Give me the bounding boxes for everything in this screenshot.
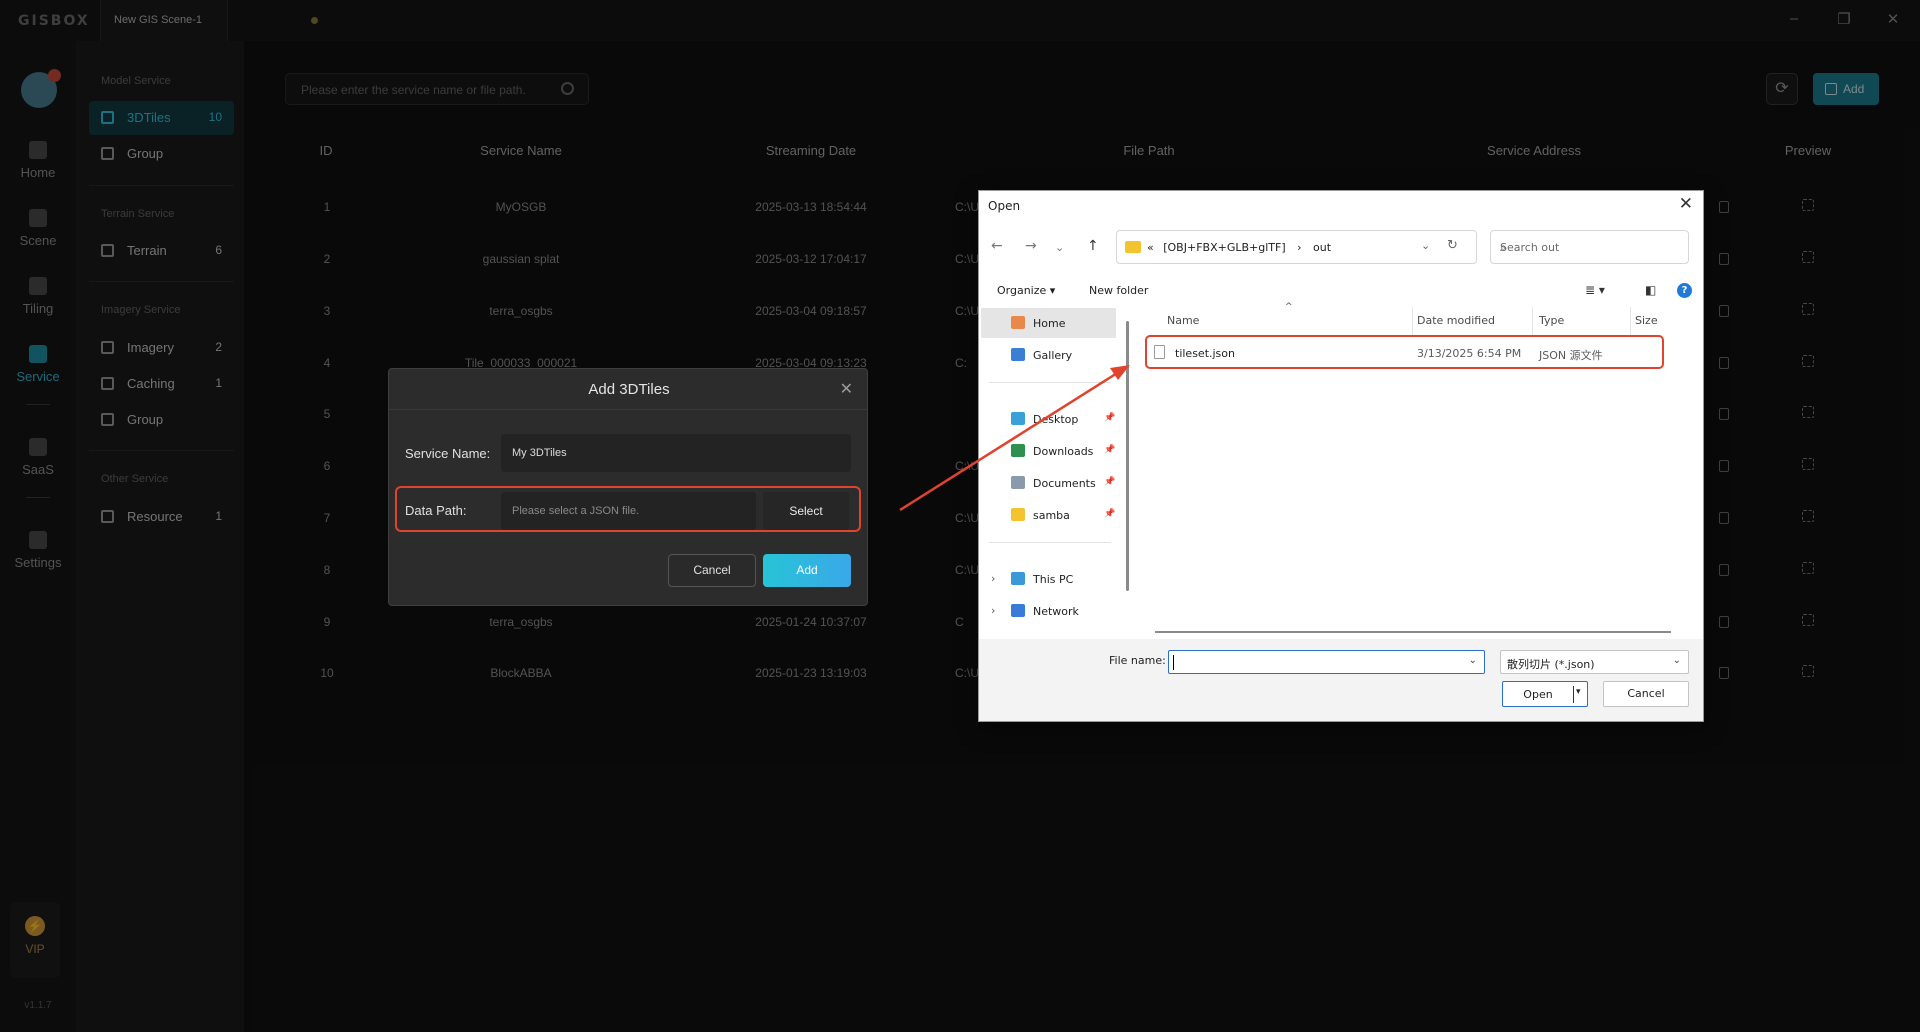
service-name-label: Service Name: bbox=[405, 446, 491, 461]
column-divider[interactable] bbox=[1630, 307, 1631, 335]
dialog-cancel-button[interactable]: Cancel bbox=[1603, 681, 1689, 707]
folder-icon bbox=[1125, 241, 1141, 253]
home-icon bbox=[1011, 316, 1025, 329]
up-icon[interactable]: ↑ bbox=[1087, 238, 1099, 254]
modal-divider bbox=[389, 409, 867, 410]
column-header-name[interactable]: Name bbox=[1167, 314, 1199, 327]
preview-pane-icon[interactable]: ◧ bbox=[1645, 283, 1656, 297]
nav-item-label: Network bbox=[1033, 605, 1079, 618]
breadcrumb-current[interactable]: out bbox=[1313, 241, 1331, 254]
add-button[interactable]: Add bbox=[763, 554, 851, 587]
chevron-right-icon[interactable]: › bbox=[991, 572, 995, 585]
column-header-size[interactable]: Size bbox=[1635, 314, 1658, 327]
search-icon: ⌕ bbox=[1500, 240, 1507, 254]
file-type-select[interactable]: 散列切片 (*.json) ⌄ bbox=[1500, 650, 1689, 674]
nav-item-label: Gallery bbox=[1033, 349, 1073, 362]
nav-item-label: This PC bbox=[1033, 573, 1074, 586]
close-icon[interactable]: ✕ bbox=[840, 379, 853, 399]
nav-item-network[interactable]: › Network bbox=[981, 596, 1116, 626]
desktop-icon bbox=[1011, 412, 1025, 425]
pin-icon: 📌 bbox=[1104, 509, 1116, 519]
address-bar[interactable]: « [OBJ+FBX+GLB+glTF] › out ⌄ ↻ bbox=[1116, 230, 1477, 264]
open-button-label: Open bbox=[1523, 688, 1553, 701]
close-icon[interactable]: ✕ bbox=[1679, 194, 1693, 214]
column-divider[interactable] bbox=[1532, 307, 1533, 335]
network-icon bbox=[1011, 604, 1025, 617]
forward-icon[interactable]: → bbox=[1025, 238, 1037, 254]
back-icon[interactable]: ← bbox=[991, 238, 1003, 254]
service-name-value: My 3DTiles bbox=[512, 447, 567, 459]
breadcrumb-overflow[interactable]: « bbox=[1147, 241, 1154, 254]
nav-item-samba[interactable]: samba 📌 bbox=[981, 500, 1116, 530]
nav-item-label: samba bbox=[1033, 509, 1070, 522]
nav-item-label: Documents bbox=[1033, 477, 1096, 490]
cancel-button[interactable]: Cancel bbox=[668, 554, 756, 587]
file-type-value: 散列切片 (*.json) bbox=[1507, 658, 1595, 671]
refresh-icon[interactable]: ↻ bbox=[1447, 238, 1458, 253]
modal-title: Add 3DTiles bbox=[588, 381, 670, 398]
help-icon[interactable]: ? bbox=[1677, 283, 1692, 298]
chevron-down-icon[interactable]: ▾ bbox=[1576, 687, 1581, 697]
chevron-right-icon[interactable]: › bbox=[991, 604, 995, 617]
column-divider[interactable] bbox=[1412, 307, 1413, 335]
open-file-dialog: Open ✕ ← → ⌄ ↑ « [OBJ+FBX+GLB+glTF] › ou… bbox=[978, 190, 1704, 722]
split-divider bbox=[1573, 686, 1574, 703]
pin-icon: 📌 bbox=[1104, 413, 1116, 423]
gallery-icon bbox=[1011, 348, 1025, 361]
data-path-placeholder: Please select a JSON file. bbox=[512, 505, 640, 517]
nav-item-desktop[interactable]: Desktop 📌 bbox=[981, 404, 1116, 434]
nav-item-this-pc[interactable]: › This PC bbox=[981, 564, 1116, 594]
open-button[interactable]: Open ▾ bbox=[1502, 681, 1588, 707]
column-header-date[interactable]: Date modified bbox=[1417, 314, 1495, 327]
chevron-down-icon: ⌄ bbox=[1672, 655, 1681, 666]
dialog-title: Open bbox=[988, 199, 1021, 213]
service-name-input[interactable]: My 3DTiles bbox=[501, 434, 851, 472]
nav-item-home[interactable]: Home bbox=[981, 308, 1116, 338]
sort-up-icon: ^ bbox=[1285, 302, 1293, 312]
view-options-icon[interactable]: ≣ ▾ bbox=[1585, 283, 1605, 297]
horizontal-scrollbar[interactable] bbox=[1155, 631, 1671, 633]
pin-icon: 📌 bbox=[1104, 477, 1116, 487]
file-name-input[interactable]: ⌄ bbox=[1168, 650, 1485, 674]
pc-icon bbox=[1011, 572, 1025, 585]
file-highlight bbox=[1145, 335, 1664, 369]
text-cursor bbox=[1173, 655, 1174, 670]
nav-item-downloads[interactable]: Downloads 📌 bbox=[981, 436, 1116, 466]
nav-item-label: Desktop bbox=[1033, 413, 1079, 426]
dialog-search-input[interactable]: Search out ⌕ bbox=[1490, 230, 1689, 264]
address-breadcrumb: « [OBJ+FBX+GLB+glTF] › out bbox=[1147, 241, 1331, 254]
nav-divider bbox=[989, 542, 1111, 543]
navigation-pane: Home Gallery Desktop 📌 Downloads 📌 Docum… bbox=[981, 308, 1116, 688]
nav-item-label: Home bbox=[1033, 317, 1066, 330]
select-file-button[interactable]: Select bbox=[763, 492, 849, 530]
chevron-down-icon[interactable]: ⌄ bbox=[1469, 655, 1477, 666]
nav-item-label: Downloads bbox=[1033, 445, 1094, 458]
organize-menu[interactable]: Organize ▾ bbox=[997, 284, 1055, 297]
data-path-label: Data Path: bbox=[405, 503, 467, 518]
nav-divider bbox=[989, 382, 1111, 383]
nav-item-gallery[interactable]: Gallery bbox=[981, 340, 1116, 370]
recent-dropdown-icon[interactable]: ⌄ bbox=[1055, 241, 1064, 254]
breadcrumb-separator: › bbox=[1297, 241, 1302, 254]
download-icon bbox=[1011, 444, 1025, 457]
documents-icon bbox=[1011, 476, 1025, 489]
column-header-type[interactable]: Type bbox=[1539, 314, 1564, 327]
nav-item-documents[interactable]: Documents 📌 bbox=[981, 468, 1116, 498]
new-folder-button[interactable]: New folder bbox=[1089, 284, 1148, 297]
nav-scrollbar[interactable] bbox=[1126, 321, 1129, 591]
chevron-down-icon[interactable]: ⌄ bbox=[1421, 239, 1430, 252]
file-name-label: File name: bbox=[1109, 654, 1166, 667]
pin-icon: 📌 bbox=[1104, 445, 1116, 455]
data-path-input[interactable]: Please select a JSON file. bbox=[501, 492, 756, 530]
add-3dtiles-modal: Add 3DTiles ✕ Service Name: My 3DTiles D… bbox=[388, 368, 868, 606]
breadcrumb-folder[interactable]: [OBJ+FBX+GLB+glTF] bbox=[1163, 241, 1285, 254]
folder-icon bbox=[1011, 508, 1025, 521]
